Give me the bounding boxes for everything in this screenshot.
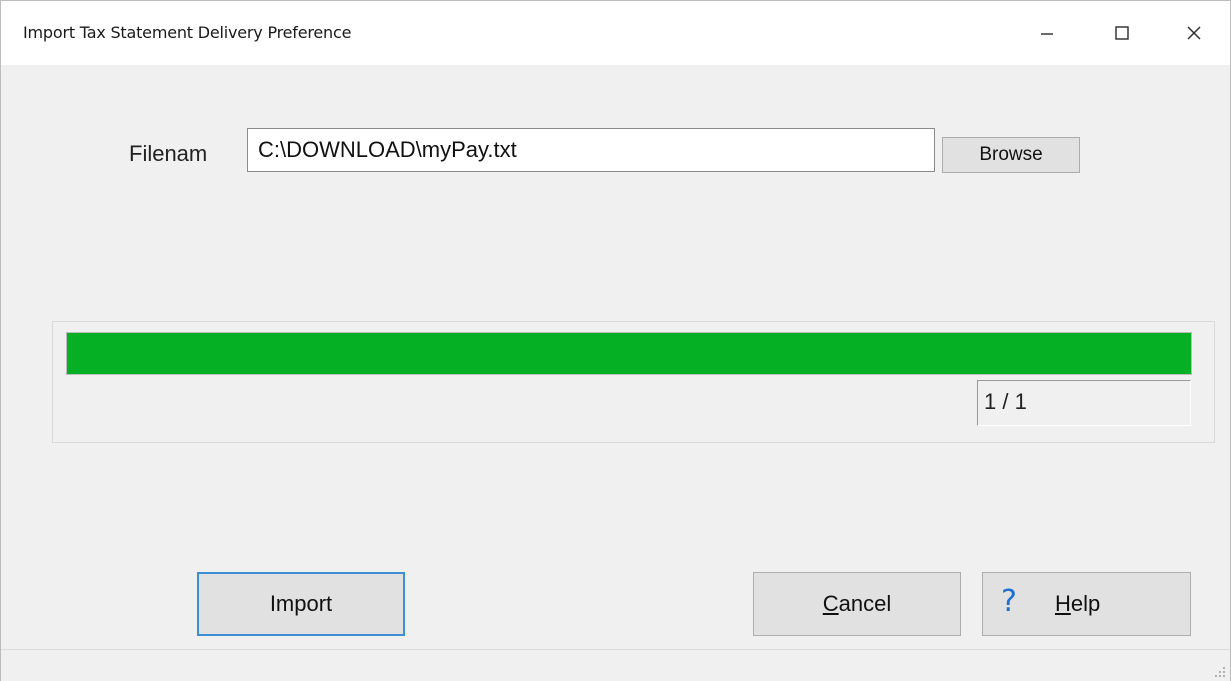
maximize-icon (1115, 26, 1129, 40)
minimize-icon (1041, 33, 1053, 35)
close-button[interactable] (1159, 1, 1229, 65)
dialog-window: Import Tax Statement Delivery Preference… (0, 0, 1231, 681)
progress-bar-fill (67, 333, 1191, 374)
browse-button[interactable]: Browse (942, 137, 1080, 173)
status-bar (1, 649, 1230, 681)
minimize-button[interactable] (1012, 1, 1082, 65)
help-question-icon: ? (1001, 583, 1017, 619)
cancel-accelerator: C (822, 591, 839, 616)
resize-grip-icon[interactable] (1212, 664, 1226, 678)
import-button[interactable]: Import (197, 572, 405, 636)
filename-label: Filenam (129, 141, 208, 166)
progress-count: 1 / 1 (977, 380, 1191, 426)
help-accelerator: H (1054, 591, 1071, 616)
filename-input[interactable] (247, 128, 935, 172)
cancel-label-rest: ancel (838, 591, 892, 616)
cancel-button[interactable]: Cancel (753, 572, 961, 636)
title-bar[interactable]: Import Tax Statement Delivery Preference (1, 1, 1230, 65)
help-label-rest: elp (1070, 591, 1101, 616)
progress-group: 1 / 1 (52, 321, 1215, 443)
window-title: Import Tax Statement Delivery Preference (23, 23, 352, 42)
progress-bar (66, 332, 1192, 375)
close-icon (1187, 26, 1201, 40)
help-button[interactable]: ? Help (982, 572, 1191, 636)
maximize-button[interactable] (1087, 1, 1157, 65)
